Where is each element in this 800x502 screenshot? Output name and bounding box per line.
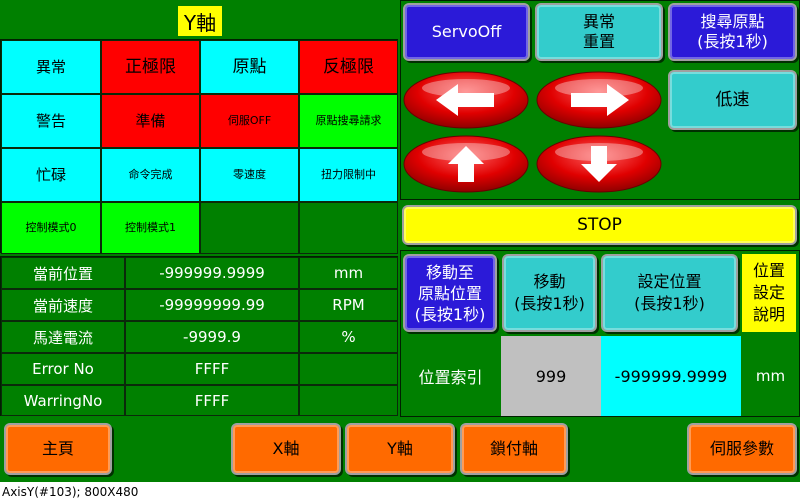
jog-right-button[interactable] (535, 70, 663, 130)
stop-label: STOP (577, 215, 622, 235)
monitor-value-error: FFFF (125, 353, 299, 385)
home-search-label-2: (長按1秒) (697, 32, 768, 51)
status-grid: 異常 正極限 原點 反極限 警告 準備 伺服OFF 原點搜尋請求 忙碌 命令完成… (0, 39, 398, 254)
home-search-label-1: 搜尋原點 (700, 12, 765, 31)
jog-left-button[interactable] (402, 70, 530, 130)
move-button[interactable]: 移動 (長按1秒) (502, 254, 597, 332)
set-position-label-1: 設定位置 (637, 272, 702, 291)
home-search-button[interactable]: 搜尋原點 (長按1秒) (668, 3, 797, 61)
alarm-reset-label-2: 重置 (582, 32, 615, 51)
jog-down-button[interactable] (535, 134, 663, 194)
nav-y-axis-label: Y軸 (387, 439, 413, 458)
monitor-unit-position: mm (299, 257, 398, 289)
jog-up-button[interactable] (402, 134, 530, 194)
status-alarm: 異常 (1, 40, 101, 94)
position-index-input[interactable]: 999 (501, 336, 601, 416)
position-help-label-3: 說明 (752, 305, 785, 324)
servo-off-label: ServoOff (431, 22, 502, 41)
monitor-unit-current: % (299, 321, 398, 353)
status-control-mode-1: 控制模式1 (101, 202, 200, 254)
status-empty-2 (299, 202, 398, 254)
monitor-unit-warning (299, 385, 398, 416)
status-origin: 原點 (200, 40, 299, 94)
move-home-label-2: 原點位置 (417, 283, 482, 303)
monitor-label-warning: WarringNo (1, 385, 125, 416)
nav-x-axis-label: X軸 (272, 439, 300, 458)
screen: Y軸 異常 正極限 原點 反極限 警告 準備 伺服OFF 原點搜尋請求 忙碌 命… (0, 0, 800, 482)
monitor-value-warning: FFFF (125, 385, 299, 416)
status-torque-limit: 扭力限制中 (299, 148, 398, 202)
status-bar: AxisY(#103); 800X480 (0, 482, 800, 502)
move-home-label-3: (長按1秒) (414, 304, 486, 324)
arrow-left-icon (403, 71, 529, 129)
nav-servo-params-label: 伺服參數 (709, 439, 774, 458)
position-value-input[interactable]: -999999.9999 (601, 336, 741, 416)
nav-lock-axis-button[interactable]: 鎖付軸 (460, 423, 568, 475)
alarm-reset-button[interactable]: 異常 重置 (535, 3, 663, 61)
status-positive-limit: 正極限 (101, 40, 200, 94)
monitor-label-error: Error No (1, 353, 125, 385)
monitor-unit-speed: RPM (299, 289, 398, 321)
servo-off-button[interactable]: ServoOff (403, 3, 530, 61)
move-to-home-button[interactable]: 移動至 原點位置 (長按1秒) (403, 254, 497, 332)
status-control-mode-0: 控制模式0 (1, 202, 101, 254)
move-label-1: 移動 (533, 272, 566, 291)
set-position-label-2: (長按1秒) (634, 294, 705, 313)
move-label-2: (長按1秒) (514, 294, 585, 313)
status-zero-speed: 零速度 (200, 148, 299, 202)
status-warning: 警告 (1, 94, 101, 148)
position-help-button[interactable]: 位置 設定 說明 (742, 254, 796, 332)
low-speed-button[interactable]: 低速 (668, 70, 797, 130)
position-unit: mm (755, 367, 786, 385)
monitor-label-speed: 當前速度 (1, 289, 125, 321)
status-empty-1 (200, 202, 299, 254)
monitor-table: 當前位置 -999999.9999 mm 當前速度 -99999999.99 R… (0, 256, 398, 416)
monitor-label-position: 當前位置 (1, 257, 125, 289)
arrow-down-icon (536, 135, 662, 193)
position-index-label: 位置索引 (418, 368, 483, 387)
axis-title: Y軸 (178, 6, 222, 36)
monitor-unit-error (299, 353, 398, 385)
arrow-right-icon (536, 71, 662, 129)
nav-x-axis-button[interactable]: X軸 (231, 423, 341, 475)
nav-y-axis-button[interactable]: Y軸 (345, 423, 455, 475)
set-position-button[interactable]: 設定位置 (長按1秒) (601, 254, 738, 332)
low-speed-label: 低速 (715, 90, 750, 110)
status-home-search-request: 原點搜尋請求 (299, 94, 398, 148)
stop-button[interactable]: STOP (402, 205, 797, 245)
status-negative-limit: 反極限 (299, 40, 398, 94)
nav-lock-axis-label: 鎖付軸 (489, 439, 538, 458)
monitor-value-current: -9999.9 (125, 321, 299, 353)
status-command-complete: 命令完成 (101, 148, 200, 202)
status-servo-off: 伺服OFF (200, 94, 299, 148)
alarm-reset-label-1: 異常 (582, 12, 615, 31)
status-ready: 準備 (101, 94, 200, 148)
move-home-label-1: 移動至 (425, 262, 474, 282)
monitor-value-position: -999999.9999 (125, 257, 299, 289)
nav-home-button[interactable]: 主頁 (4, 423, 112, 475)
nav-servo-params-button[interactable]: 伺服參數 (687, 423, 797, 475)
arrow-up-icon (403, 135, 529, 193)
monitor-label-current: 馬達電流 (1, 321, 125, 353)
status-busy: 忙碌 (1, 148, 101, 202)
nav-home-label: 主頁 (41, 439, 74, 458)
position-help-label-1: 位置 (752, 261, 785, 280)
position-help-label-2: 設定 (752, 283, 785, 302)
monitor-value-speed: -99999999.99 (125, 289, 299, 321)
